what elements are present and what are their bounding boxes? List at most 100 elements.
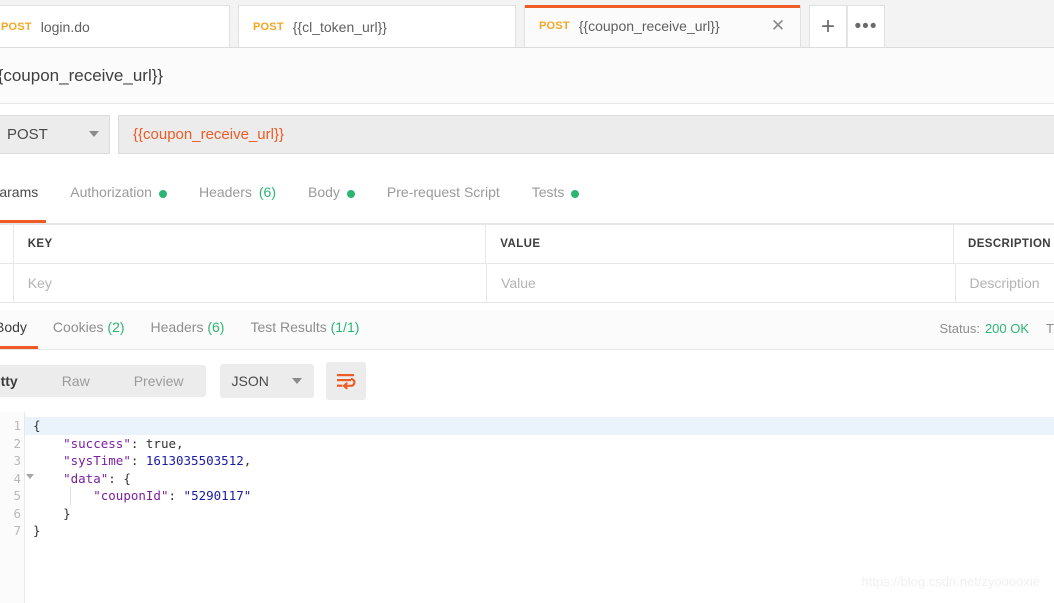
language-value: JSON (231, 373, 269, 389)
word-wrap-icon[interactable] (325, 362, 366, 400)
tab-headers[interactable]: Headers (6) (183, 182, 292, 223)
response-format-toolbar: Pretty Raw Preview JSON (0, 350, 1054, 412)
code-line: "sysTime": 1613035503512, (63, 453, 252, 468)
code-line: { (25, 417, 1054, 435)
row-gutter (0, 224, 14, 264)
response-tab-body[interactable]: Body (0, 310, 40, 349)
tab-label: Body (308, 184, 340, 200)
description-input[interactable]: Description (955, 263, 1054, 303)
request-section-tabs: Params Authorization Headers (6) Body Pr… (0, 182, 1054, 224)
line-number: 6 (0, 505, 24, 523)
tab-params[interactable]: Params (0, 182, 54, 223)
request-tab-cl-token[interactable]: POST {{cl_token_url}} (238, 5, 516, 47)
line-number-text: 1 (13, 418, 21, 433)
status-label: Status: (939, 321, 980, 336)
chevron-down-icon (291, 378, 302, 384)
tab-title: login.do (40, 18, 90, 35)
indent-guide (70, 487, 71, 505)
request-title-row: {{coupon_receive_url}} (0, 48, 1054, 104)
tab-label: Body (0, 319, 27, 335)
row-gutter (0, 263, 14, 303)
postman-window: POST login.do POST {{cl_token_url}} POST… (0, 0, 1054, 603)
tab-method-badge: POST (539, 20, 570, 32)
format-pretty-button[interactable]: Pretty (0, 365, 40, 397)
tab-count: (6) (258, 184, 276, 200)
tab-count: (6) (207, 319, 225, 335)
table-row: Key Value Description (0, 263, 1054, 303)
value-input[interactable]: Value (487, 263, 956, 303)
line-number: 4 (0, 470, 34, 488)
tab-tests[interactable]: Tests (516, 182, 596, 223)
line-number-text: 4 (13, 470, 21, 486)
line-number: 7 (0, 522, 24, 540)
response-tab-headers[interactable]: Headers (6) (138, 310, 238, 349)
tab-pre-request-script[interactable]: Pre-request Script (371, 182, 516, 223)
line-number-text: 3 (13, 453, 21, 468)
language-select[interactable]: JSON (219, 364, 314, 398)
status-badge: 200 OK (984, 321, 1030, 336)
watermark: https://blog.csdn.net/zyooooxie (861, 574, 1040, 589)
request-tab-bar: POST login.do POST {{cl_token_url}} POST… (0, 0, 1054, 48)
line-number-text: 7 (13, 523, 21, 538)
http-method-select[interactable]: POST (0, 114, 110, 154)
column-header-description: DESCRIPTION (954, 224, 1054, 264)
format-segmented-control: Pretty Raw Preview (0, 365, 206, 397)
response-tabs: Body Cookies (2) Headers (6) Test Result… (0, 310, 1054, 350)
tab-label: Cookies (52, 319, 104, 335)
more-options-icon[interactable]: ••• (847, 5, 885, 47)
format-raw-button[interactable]: Raw (40, 365, 112, 397)
column-header-value: VALUE (486, 224, 954, 264)
line-number: 5 (0, 487, 24, 505)
line-number-gutter: 1 2 3 4 5 6 7 (0, 412, 34, 603)
tab-count: (2) (107, 319, 125, 335)
tab-label: Tests (531, 184, 565, 200)
response-status: Status: 200 OK T (939, 321, 1054, 336)
tab-label: Headers (150, 319, 204, 335)
line-number-text: 6 (13, 505, 21, 521)
status-dot-icon (346, 190, 355, 198)
http-method-value: POST (7, 125, 48, 143)
tab-label: Pre-request Script (386, 184, 500, 200)
code-line: "couponId": "5290117" (93, 488, 252, 503)
tab-method-badge: POST (253, 20, 284, 33)
line-number: 1 (0, 417, 34, 435)
status-dot-icon (571, 190, 580, 198)
tab-count: (1/1) (330, 319, 360, 335)
chevron-down-icon (89, 131, 99, 137)
line-number: 2 (0, 435, 24, 453)
tab-method-badge: POST (1, 20, 32, 33)
request-tab-coupon-receive[interactable]: POST {{coupon_receive_url}} ✕ (524, 5, 801, 47)
code-line: "success": true, (63, 435, 184, 451)
code-line: "data": { (63, 470, 131, 486)
response-tab-test-results[interactable]: Test Results (1/1) (237, 310, 372, 349)
page-title: {{coupon_receive_url}} (0, 65, 164, 85)
line-number: 3 (0, 452, 24, 470)
key-input[interactable]: Key (13, 263, 488, 303)
tab-title: {{cl_token_url}} (292, 18, 387, 35)
new-tab-button[interactable]: + (809, 5, 847, 47)
tab-label: Authorization (70, 184, 152, 200)
column-header-key: KEY (13, 224, 487, 264)
status-dot-icon (158, 190, 167, 198)
url-input[interactable]: {{coupon_receive_url}} (118, 114, 1054, 154)
url-value: {{coupon_receive_url}} (133, 125, 284, 143)
format-preview-button[interactable]: Preview (112, 365, 206, 397)
response-tab-cookies[interactable]: Cookies (2) (40, 310, 138, 349)
code-line: } (33, 505, 71, 521)
word-wrap-glyph (336, 373, 355, 389)
tab-title: {{coupon_receive_url}} (578, 18, 720, 34)
time-label: T (1046, 321, 1054, 336)
tab-label: Test Results (250, 319, 327, 335)
table-header-row: KEY VALUE DESCRIPTION (0, 224, 1054, 264)
line-number-text: 5 (13, 488, 21, 503)
code-line: } (33, 523, 41, 538)
tab-authorization[interactable]: Authorization (54, 182, 183, 223)
line-number-text: 2 (13, 435, 21, 451)
url-row: POST {{coupon_receive_url}} (0, 104, 1054, 164)
request-tab-login[interactable]: POST login.do (0, 5, 230, 47)
tab-body[interactable]: Body (292, 182, 371, 223)
params-table: KEY VALUE DESCRIPTION Key Value Descript… (0, 224, 1054, 303)
close-icon[interactable]: ✕ (768, 16, 788, 36)
tab-label: Params (0, 184, 39, 200)
tab-label: Headers (198, 184, 252, 200)
